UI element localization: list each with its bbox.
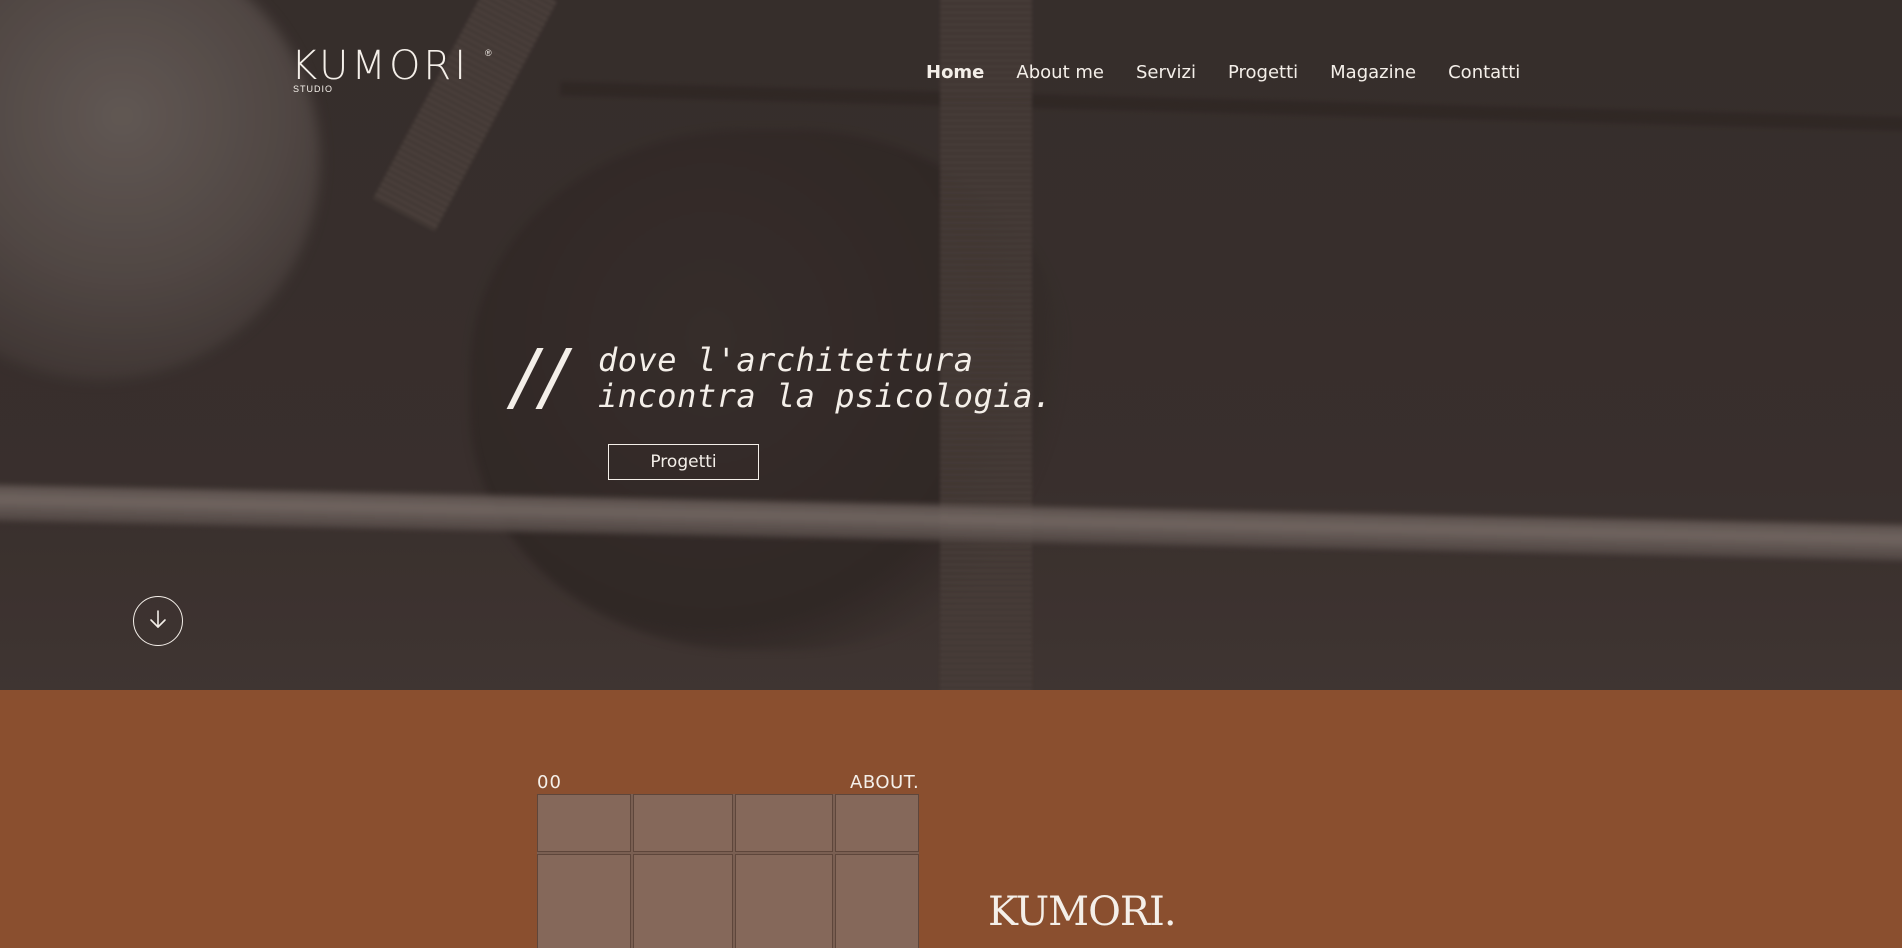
image-tile	[735, 794, 833, 852]
logo-wordmark: KUMORI	[291, 43, 470, 89]
about-image	[537, 794, 919, 948]
main-nav: Home About me Servizi Progetti Magazine …	[926, 62, 1552, 84]
hero-section: KUMORI ® STUDIO Home About me Servizi Pr…	[0, 0, 1902, 690]
nav-item-servizi[interactable]: Servizi	[1136, 62, 1196, 84]
hero-tagline: dove l'architettura incontra la psicolog…	[598, 342, 1053, 414]
about-section: 00 ABOUT. KUMORI.	[0, 690, 1902, 948]
image-tile	[537, 794, 631, 852]
nav-item-progetti[interactable]: Progetti	[1228, 62, 1298, 84]
image-tile	[633, 854, 733, 948]
scroll-down-button[interactable]	[133, 596, 183, 646]
hero-tagline-line1: dove l'architettura	[598, 341, 974, 379]
site-header: KUMORI ® STUDIO Home About me Servizi Pr…	[0, 0, 1902, 140]
image-tile	[633, 794, 733, 852]
logo-registered-mark: ®	[485, 48, 492, 58]
nav-item-home[interactable]: Home	[926, 62, 984, 84]
hero-slashes: //	[512, 334, 570, 420]
nav-item-magazine[interactable]: Magazine	[1330, 62, 1416, 84]
nav-item-about-me[interactable]: About me	[1016, 62, 1104, 84]
image-tile	[735, 854, 833, 948]
image-tile	[835, 794, 919, 852]
site-logo[interactable]: KUMORI ® STUDIO	[291, 43, 492, 94]
image-tile	[537, 854, 631, 948]
progetti-button[interactable]: Progetti	[608, 444, 759, 480]
nav-item-contatti[interactable]: Contatti	[1448, 62, 1520, 84]
arrow-down-icon	[147, 608, 169, 635]
about-brand-title: KUMORI.	[988, 889, 1177, 935]
image-tile	[835, 854, 919, 948]
section-number: 00	[537, 772, 562, 793]
hero-tagline-line2: incontra la psicologia.	[598, 377, 1053, 415]
section-label: ABOUT.	[850, 772, 920, 793]
